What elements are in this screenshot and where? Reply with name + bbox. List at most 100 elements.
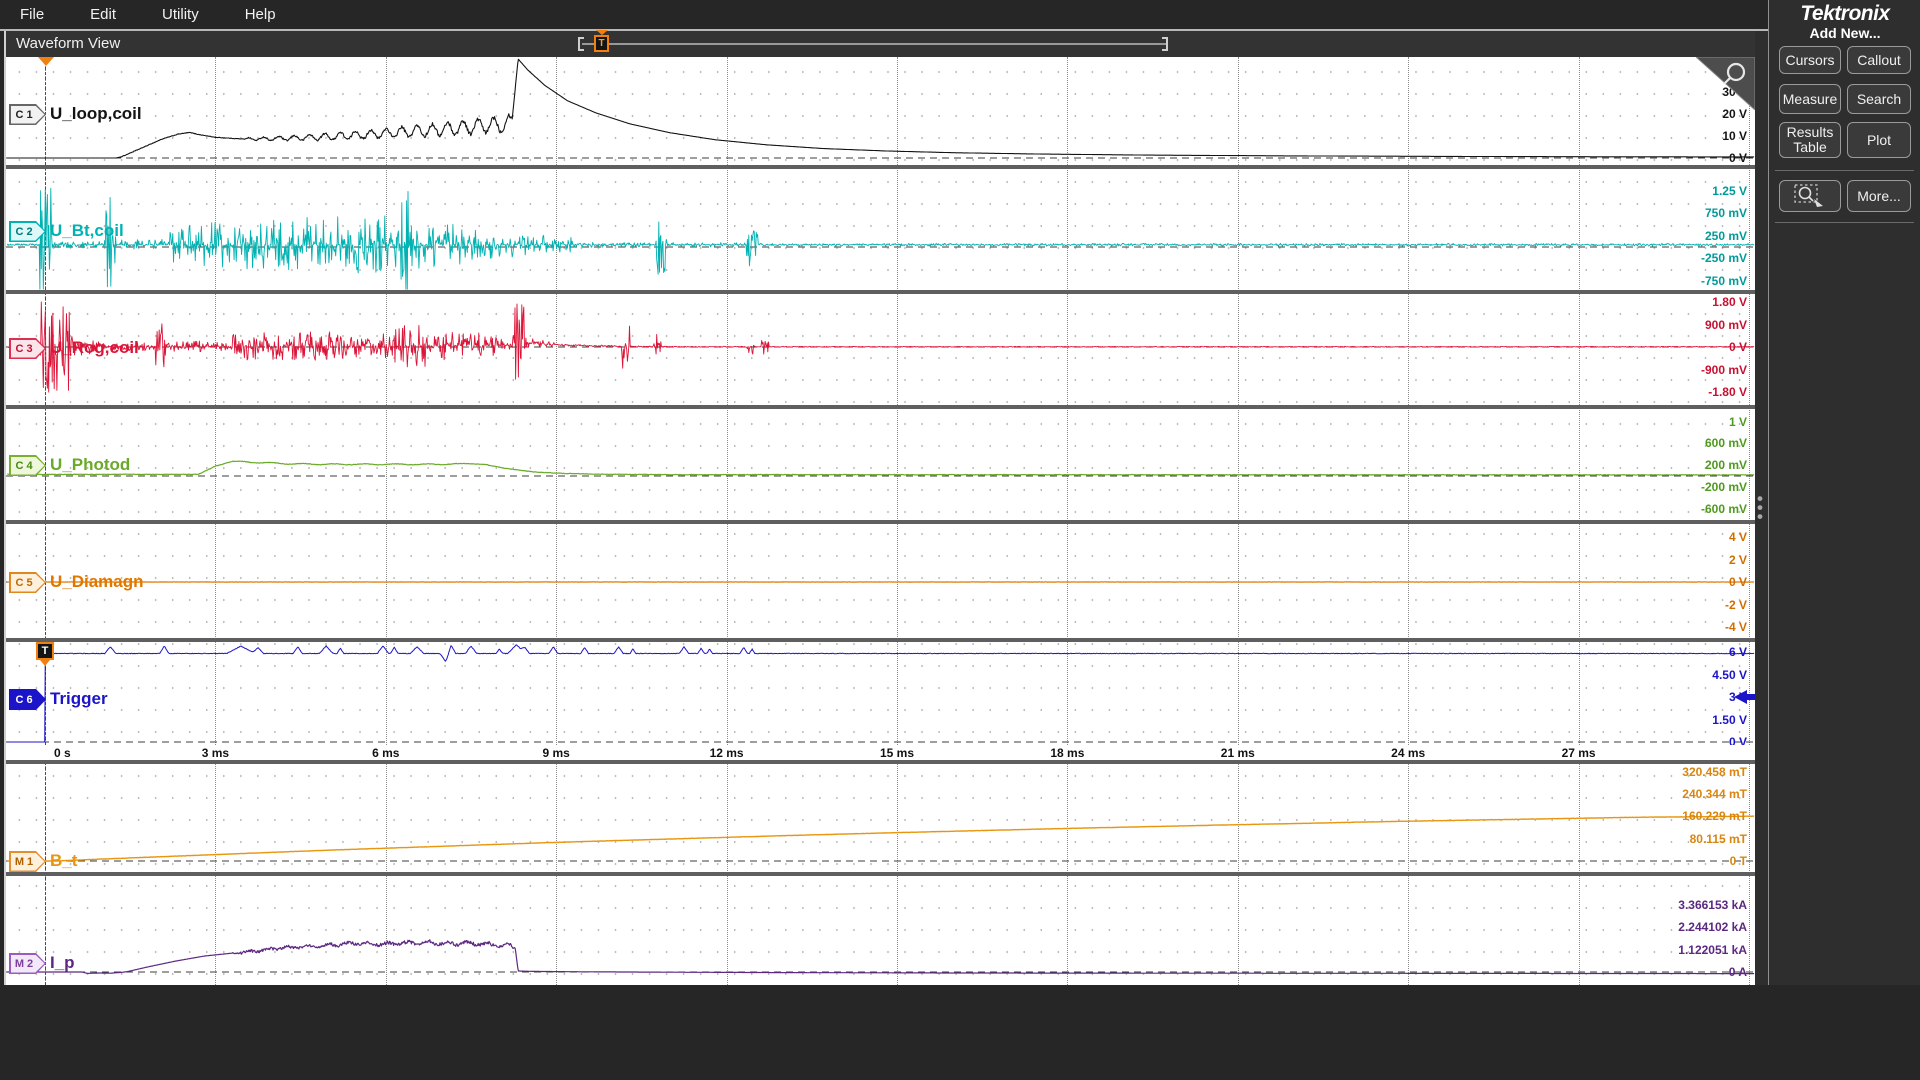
axis-tick-label: -200 mV <box>1700 479 1747 494</box>
oscilloscope-screen: File Edit Utility Help Waveform View T 3… <box>0 0 1920 1080</box>
record-view-left-bracket[interactable] <box>578 37 584 51</box>
band-divider <box>6 520 1755 524</box>
channel-band-m2[interactable]: 3.366153 kA 2.244102 kA 1.122051 kA 0 A M 2I… <box>6 876 1755 985</box>
channel-band-c4[interactable]: 1 V 600 mV 200 mV -200 mV -600 mV C 4 U_Photod <box>6 409 1755 520</box>
band-divider <box>6 290 1755 294</box>
channel-badge-m2[interactable]: M 2 <box>9 953 46 974</box>
axis-tick-label: 0 V <box>1728 575 1747 589</box>
results-table-button[interactable]: Results Table <box>1779 122 1841 158</box>
waveform-trace-c1 <box>6 58 1755 159</box>
waveform-trace-c2 <box>6 187 1755 290</box>
channel-label-c4[interactable]: U_Photod <box>50 455 130 475</box>
axis-tick-label: 900 mV <box>1704 317 1747 332</box>
axis-tick-label: -750 mV <box>1700 273 1747 288</box>
time-axis: 0 s 3 ms 6 ms 9 ms 12 ms 15 ms 18 ms 21 ms 24 ms… <box>6 745 1755 760</box>
channel-label-c1[interactable]: U_loop,coil <box>50 104 142 124</box>
panel-separator <box>1775 222 1914 223</box>
axis-tick-label: 320.458 mT <box>1682 764 1747 779</box>
callout-button[interactable]: Callout <box>1847 46 1911 74</box>
right-side-panel: Tektronix Add New... Cursors Callout Mea… <box>1768 0 1920 985</box>
axis-tick-label: -4 V <box>1724 620 1747 634</box>
axis-tick-label: 1.122051 kA <box>1678 942 1747 957</box>
axis-tick-label: -900 mV <box>1700 362 1747 377</box>
add-new-heading: Add New... <box>1809 25 1881 41</box>
channel-badge-c4[interactable]: C 4 <box>9 455 46 476</box>
channel-band-c6[interactable]: 6 V4.50 V3 V1.50 V0 VC 6Trigger <box>6 642 1755 749</box>
axis-tick-label: 200 mV <box>1704 458 1747 473</box>
axis-tick-label: 1 V <box>1728 414 1747 429</box>
axis-tick-label: 6 V <box>1728 645 1747 659</box>
waveform-trace-c6 <box>6 644 1755 743</box>
channel-label-c5[interactable]: U_Diamagn <box>50 572 144 592</box>
axis-tick-label: -2 V <box>1724 597 1747 612</box>
band-divider <box>6 405 1755 409</box>
band-divider <box>6 165 1755 169</box>
axis-tick-label: -1.80 V <box>1708 385 1747 399</box>
channel-label-m2[interactable]: I_p <box>50 953 75 973</box>
waveform-trace-m1 <box>6 815 1755 862</box>
record-view-right-bracket[interactable] <box>1162 37 1168 51</box>
axis-tick-label: 3 V <box>1728 690 1747 704</box>
time-tick-label: 12 ms <box>709 746 744 760</box>
trigger-source-marker-icon[interactable]: T <box>36 642 54 660</box>
channel-band-c1[interactable]: 30 V20 V10 V0 VC 1U_loop,coil <box>6 57 1755 165</box>
channel-badge-c3[interactable]: C 3 <box>9 338 46 359</box>
time-tick-label: 24 ms <box>1391 746 1426 760</box>
channel-label-m1[interactable]: B_t <box>50 851 77 871</box>
selection-zoom-icon <box>1794 184 1823 207</box>
search-button[interactable]: Search <box>1847 84 1911 114</box>
axis-tick-label: 240.344 mT <box>1682 787 1747 802</box>
record-view-bar[interactable] <box>582 43 1166 45</box>
axis-tick-label: 160.229 mT <box>1682 809 1747 824</box>
waveform-trace-m2 <box>6 939 1755 975</box>
menu-edit[interactable]: Edit <box>90 6 116 23</box>
axis-tick-label: 10 V <box>1722 129 1747 143</box>
zoom-region-button[interactable] <box>1779 180 1841 212</box>
channel-badge-c5[interactable]: C 5 <box>9 572 46 593</box>
tektronix-logo: Tektronix <box>1800 2 1890 25</box>
trigger-time-pointer-icon[interactable] <box>38 57 54 66</box>
channel-badge-c6[interactable]: C 6 <box>9 689 46 710</box>
axis-tick-label: -600 mV <box>1700 501 1747 516</box>
channel-label-c2[interactable]: U_Bt,coil <box>50 221 124 241</box>
axis-tick-label: 2 V <box>1728 552 1747 567</box>
measure-button[interactable]: Measure <box>1779 84 1841 114</box>
time-tick-label: 27 ms <box>1561 746 1596 760</box>
axis-tick-label: 80.115 mT <box>1689 831 1747 846</box>
axis-tick-label: 600 mV <box>1704 436 1747 451</box>
axis-tick-label: 750 mV <box>1704 206 1747 221</box>
time-tick-label: 0 s <box>54 746 71 760</box>
splitter-handle-icon[interactable]: • • • <box>1757 490 1763 525</box>
waveform-view-titlebar[interactable]: Waveform View T <box>6 30 1755 57</box>
corner-zoom-icon[interactable] <box>1695 57 1755 111</box>
band-divider <box>6 638 1755 642</box>
axis-tick-label: 2.244102 kA <box>1678 920 1747 935</box>
channel-band-c5[interactable]: 4 V 2 V 0 V -2 V -4 V C 5 U_Diamagn <box>6 524 1755 638</box>
cursors-button[interactable]: Cursors <box>1779 46 1841 74</box>
menu-help[interactable]: Help <box>245 6 276 23</box>
axis-tick-label: 0 T <box>1729 854 1747 868</box>
axis-tick-label: 1.80 V <box>1712 295 1747 309</box>
axis-tick-label: 0 A <box>1728 965 1747 979</box>
more-button[interactable]: More... <box>1847 180 1911 212</box>
menu-file[interactable]: File <box>20 6 44 23</box>
time-tick-label: 6 ms <box>372 746 400 760</box>
menu-utility[interactable]: Utility <box>162 6 199 23</box>
channel-band-m1[interactable]: 320.458 mT 240.344 mT 160.229 mT 80.115 mT 0… <box>6 764 1755 872</box>
trigger-position-marker-icon[interactable]: T <box>594 35 609 52</box>
channel-band-c3[interactable]: 1.80 V 900 mV 0 V -900 mV -1.80 V C 3 U_Rog,co… <box>6 294 1755 405</box>
trigger-level-arrow-icon[interactable] <box>1734 690 1755 704</box>
channel-badge-c2[interactable]: C 2 <box>9 221 46 242</box>
channel-band-c2[interactable]: 1.25 V 750 mV 250 mV -250 mV -750 mV C 2 U_Bt,… <box>6 169 1755 290</box>
axis-tick-label: 250 mV <box>1704 228 1747 243</box>
arrow-tail <box>1746 694 1755 700</box>
channel-label-c3[interactable]: U_Rog,coil <box>50 338 139 358</box>
channel-badge-c1[interactable]: C 1 <box>9 104 46 125</box>
channel-badge-m1[interactable]: M 1 <box>9 851 46 872</box>
axis-tick-label: -250 mV <box>1700 251 1747 266</box>
waveform-plot-area[interactable]: 30 V20 V10 V0 VC 1U_loop,coil1.25 V750 m… <box>6 57 1755 985</box>
plot-button[interactable]: Plot <box>1847 122 1911 158</box>
waveform-trace-c3 <box>6 301 1755 393</box>
channel-label-c6[interactable]: Trigger <box>50 689 108 709</box>
axis-tick-label: 0 V <box>1728 151 1747 165</box>
